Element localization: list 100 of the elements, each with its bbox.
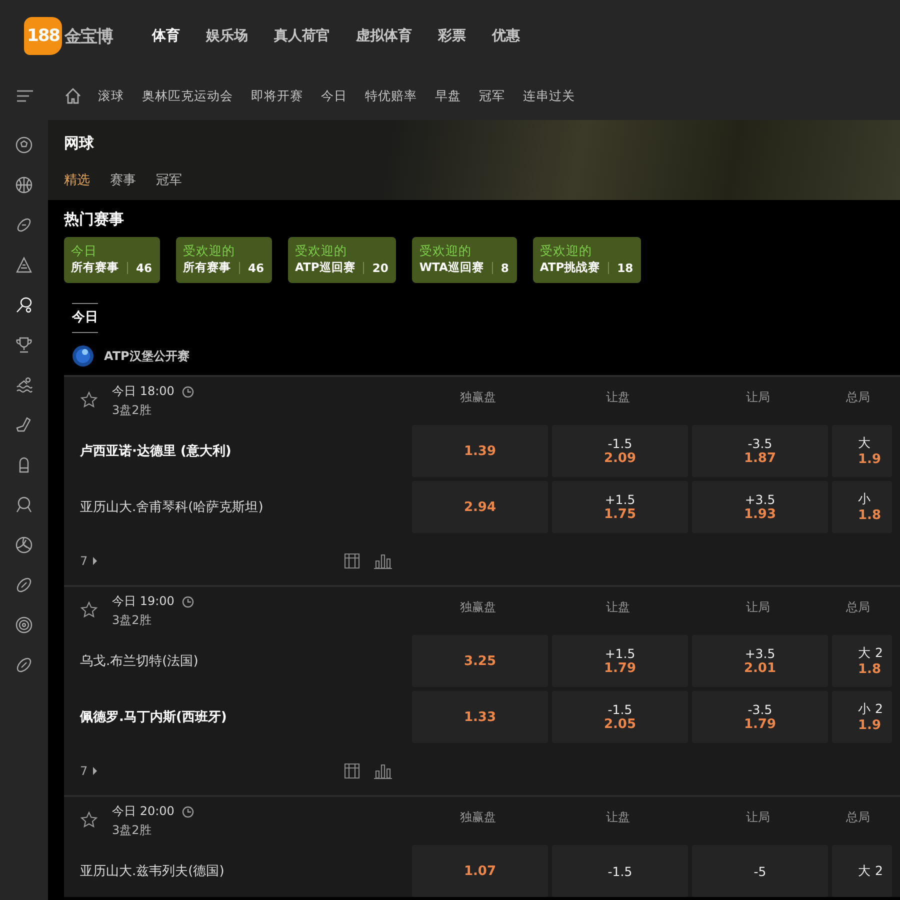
column-header: 独赢盘 [459,389,497,406]
bar-chart-icon[interactable] [374,553,392,569]
menu-icon[interactable] [16,90,34,102]
trophy-icon[interactable] [15,336,33,354]
nav-tab[interactable]: 体育 [152,27,180,45]
odds-button[interactable]: -1.5 2.05 [552,691,688,743]
nav-tab[interactable]: 彩票 [438,27,466,45]
odds-button[interactable]: 1.39 [412,425,548,477]
bar-chart-icon[interactable] [374,763,392,779]
subnav-link[interactable]: 即将开赛 [251,88,303,104]
column-header: 独赢盘 [459,599,497,616]
basketball-icon[interactable] [15,176,33,194]
column-header: 让局 [745,809,771,826]
column-header: 总局 [845,599,871,616]
nav-tab[interactable]: 娱乐场 [206,27,248,45]
table-grid-icon[interactable] [344,763,360,779]
volleyball-icon[interactable] [15,536,33,554]
odds-button[interactable]: 大 1.9 [832,425,892,477]
league-name: ATP汉堡公开赛 [104,348,190,364]
rugby-ball-icon[interactable] [15,656,33,674]
event-chip[interactable]: 受欢迎的 WTA巡回赛 8 [412,237,517,283]
favorite-star-icon[interactable] [80,811,98,829]
favorite-star-icon[interactable] [80,391,98,409]
column-header: 总局 [845,809,871,826]
billiard-rack-icon[interactable] [15,256,33,274]
sport-tab[interactable]: 赛事 [110,171,136,189]
sport-tab[interactable]: 冠军 [156,171,182,189]
team-name: 乌戈.布兰切特(法国) [79,653,200,670]
section-title: 热门赛事 [64,210,125,229]
column-header: 让盘 [605,809,631,826]
event-chip[interactable]: 受欢迎的 ATP巡回赛 20 [288,237,396,283]
favorite-star-icon[interactable] [80,601,98,619]
site-logo[interactable]: 188 金宝博 [24,17,152,55]
odds-button[interactable]: 大 2 1.8 [832,635,892,687]
clock-icon [182,596,194,608]
odds-button[interactable]: +1.5 1.79 [552,635,688,687]
caret-icon [92,767,98,775]
odds-button[interactable]: +3.5 2.01 [692,635,828,687]
subnav-link[interactable]: 早盘 [435,88,461,104]
subnav-link[interactable]: 连串过关 [523,88,575,104]
match-time: 今日 18:00 [112,383,174,400]
logo-badge: 188 [24,17,62,55]
subnav-link[interactable]: 滚球 [98,88,124,104]
home-icon[interactable] [64,87,82,105]
column-header: 总局 [845,389,871,406]
odds-button[interactable]: -1.5 2.09 [552,425,688,477]
more-markets-link[interactable]: 7 [80,764,344,778]
target-icon[interactable] [15,616,33,634]
match-format: 3盘2胜 [112,612,152,629]
tennis-racket-icon[interactable] [15,296,33,314]
day-tab[interactable]: 今日 [72,303,98,333]
odds-button[interactable]: 3.25 [412,635,548,687]
sport-title: 网球 [64,134,95,153]
odds-button[interactable]: 大 2 [832,845,892,897]
sport-tab[interactable]: 精选 [64,171,90,189]
column-header: 让盘 [605,599,631,616]
column-header: 让盘 [605,389,631,406]
column-header: 独赢盘 [459,809,497,826]
subnav-link[interactable]: 今日 [321,88,347,104]
nav-tab[interactable]: 真人荷官 [274,27,330,45]
subnav-link[interactable]: 冠军 [479,88,505,104]
clock-icon [182,806,194,818]
team-name: 亚历山大.兹韦列夫(德国) [79,863,226,880]
match-time: 今日 20:00 [112,803,174,820]
odds-button[interactable]: 1.07 [412,845,548,897]
odds-button[interactable]: 1.33 [412,691,548,743]
caret-icon [92,557,98,565]
odds-button[interactable]: 小 2 1.9 [832,691,892,743]
subnav-link[interactable]: 奥林匹克运动会 [142,88,233,104]
match-time: 今日 19:00 [112,593,174,610]
odds-button[interactable]: +1.5 1.75 [552,481,688,533]
tennis-ball-logo-icon [72,345,94,367]
column-header: 让局 [745,389,771,406]
odds-button[interactable]: -3.5 1.79 [692,691,828,743]
swimmer-icon[interactable] [15,376,33,394]
team-name: 亚历山大.舍甫琴科(哈萨克斯坦) [79,499,264,516]
odds-button[interactable]: -3.5 1.87 [692,425,828,477]
odds-button[interactable]: +3.5 1.93 [692,481,828,533]
event-chip[interactable]: 受欢迎的 所有赛事 46 [176,237,272,283]
odds-button[interactable]: -1.5 [552,845,688,897]
nav-tab[interactable]: 虚拟体育 [356,27,412,45]
odds-button[interactable]: 小 1.8 [832,481,892,533]
match-format: 3盘2胜 [112,822,152,839]
column-header: 让局 [745,599,771,616]
shoe-icon[interactable] [15,416,33,434]
team-name: 卢西亚诺·达德里 (意大利) [79,442,232,460]
event-chip[interactable]: 今日 所有赛事 46 [64,237,160,283]
subnav-link[interactable]: 特优赔率 [365,88,417,104]
match-format: 3盘2胜 [112,402,152,419]
odds-button[interactable]: 2.94 [412,481,548,533]
soccer-ball-icon[interactable] [15,136,33,154]
team-name: 佩德罗.马丁内斯(西班牙) [78,709,228,726]
event-chip[interactable]: 受欢迎的 ATP挑战赛 18 [532,237,642,283]
logo-text: 金宝博 [64,26,112,48]
nav-tab[interactable]: 优惠 [492,27,520,45]
more-markets-link[interactable]: 7 [80,554,344,568]
football-icon[interactable] [15,576,33,594]
odds-button[interactable]: -5 [692,845,828,897]
clock-icon [182,386,194,398]
table-grid-icon[interactable] [344,553,360,569]
